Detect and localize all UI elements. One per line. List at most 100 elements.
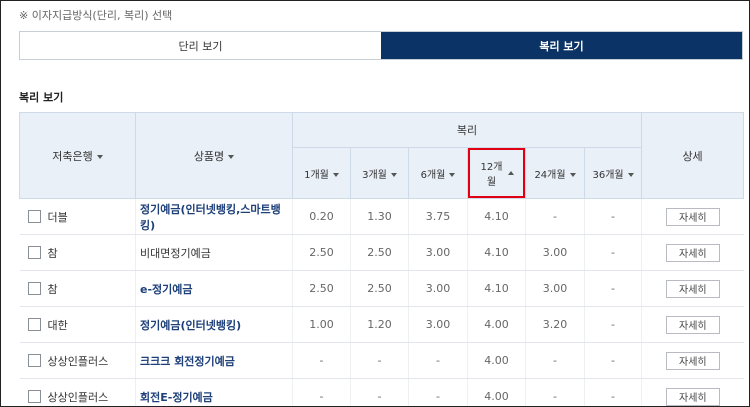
rate-cell: - — [350, 342, 409, 379]
section-title: 복리 보기 — [19, 91, 64, 104]
rate-cell: - — [583, 306, 642, 343]
term-header-6m[interactable]: 6개월 — [408, 147, 468, 199]
row-checkbox[interactable] — [27, 282, 41, 295]
detail-button[interactable]: 자세히 — [665, 243, 720, 262]
detail-button[interactable]: 자세히 — [665, 279, 720, 298]
rate-cell: 3.20 — [525, 306, 585, 343]
caret-down-icon — [569, 172, 576, 177]
rate-cell: 1.20 — [350, 306, 409, 343]
table-row: 참 e-정기예금 2.50 2.50 3.00 4.10 3.00 - 자세히 — [19, 270, 744, 307]
active-sort-highlight[interactable]: 12개월 — [468, 148, 525, 198]
table-row: 상상인플러스 크크크 회전정기예금 - - - 4.00 - - 자세히 — [19, 342, 744, 379]
product-link[interactable]: 정기예금(인터넷뱅킹) — [140, 319, 241, 332]
term-label: 6개월 — [420, 169, 446, 181]
compound-group-header: 복리 — [291, 112, 643, 148]
row-checkbox[interactable] — [27, 390, 41, 403]
rate-cell: - — [583, 198, 642, 235]
row-checkbox[interactable] — [27, 354, 41, 367]
rate-cell: 3.00 — [408, 306, 468, 343]
rate-cell: - — [350, 378, 409, 406]
rate-cell: 3.00 — [408, 234, 468, 271]
detail-column-header: 상세 — [641, 112, 745, 199]
product-link[interactable]: 회전E-정기예금 — [140, 391, 213, 404]
detail-button[interactable]: 자세히 — [665, 387, 720, 406]
term-label: 12개월 — [480, 162, 503, 188]
interest-view-toggle: 단리 보기 복리 보기 — [19, 31, 743, 60]
bank-cell: 참 — [19, 270, 136, 307]
table-row: 더블 정기예금(인터넷뱅킹,스마트뱅킹) 0.20 1.30 3.75 4.10… — [19, 198, 744, 235]
bank-name: 참 — [47, 282, 58, 296]
rate-cell: - — [408, 378, 468, 406]
rate-cell: 3.00 — [525, 234, 585, 271]
rates-table: 저축은행 상품명 복리 상세 1개월 3개월 6개월 12개월 24개월 36개… — [19, 112, 745, 406]
detail-cell: 자세히 — [641, 234, 744, 271]
term-label: 1개월 — [304, 169, 329, 181]
detail-cell: 자세히 — [641, 306, 744, 343]
rate-cell: 3.00 — [525, 270, 585, 307]
term-header-3m[interactable]: 3개월 — [350, 147, 409, 199]
table-row: 참 비대면정기예금 2.50 2.50 3.00 4.10 3.00 - 자세히 — [19, 234, 744, 271]
term-header-36m[interactable]: 36개월 — [583, 147, 643, 199]
simple-interest-button[interactable]: 단리 보기 — [20, 32, 381, 59]
interest-method-notice: ※ 이자지급방식(단리, 복리) 선택 — [19, 9, 173, 22]
rate-cell: - — [583, 234, 642, 271]
rate-cell: 0.20 — [292, 198, 351, 235]
term-header-24m[interactable]: 24개월 — [525, 147, 585, 199]
bank-name: 참 — [47, 246, 58, 260]
bank-column-header[interactable]: 저축은행 — [19, 112, 136, 199]
bank-cell: 대한 — [19, 306, 136, 343]
detail-button[interactable]: 자세히 — [665, 351, 720, 370]
rate-cell: 3.75 — [408, 198, 468, 235]
rate-cell: - — [525, 378, 585, 406]
rate-cell: - — [292, 378, 351, 406]
term-label: 24개월 — [534, 169, 566, 181]
product-link[interactable]: 크크크 회전정기예금 — [140, 355, 235, 368]
product-link[interactable]: e-정기예금 — [140, 283, 193, 296]
rates-frame: ※ 이자지급방식(단리, 복리) 선택 단리 보기 복리 보기 복리 보기 저축… — [0, 0, 750, 407]
caret-down-icon — [332, 172, 339, 177]
detail-cell: 자세히 — [641, 342, 744, 379]
caret-down-icon — [449, 172, 456, 177]
term-label: 36개월 — [592, 169, 624, 181]
bank-name: 상상인플러스 — [47, 390, 109, 404]
compound-interest-button[interactable]: 복리 보기 — [381, 32, 742, 59]
detail-cell: 자세히 — [641, 378, 744, 406]
caret-down-icon — [627, 172, 634, 177]
bank-name: 상상인플러스 — [47, 354, 109, 368]
caret-down-icon — [96, 154, 103, 159]
table-row: 상상인플러스 회전E-정기예금 - - - 4.00 - - 자세히 — [19, 378, 744, 406]
term-label: 3개월 — [362, 169, 387, 181]
detail-button[interactable]: 자세히 — [665, 207, 720, 226]
bank-name: 대한 — [47, 318, 68, 332]
rate-cell: 2.50 — [350, 234, 409, 271]
rate-cell: 4.00 — [467, 306, 526, 343]
detail-cell: 자세히 — [641, 198, 744, 235]
bank-header-label: 저축은행 — [52, 149, 93, 163]
row-checkbox[interactable] — [27, 246, 41, 259]
product-cell: e-정기예금 — [135, 270, 293, 307]
rate-cell: 4.10 — [467, 198, 526, 235]
product-cell: 정기예금(인터넷뱅킹) — [135, 306, 293, 343]
term-header-1m[interactable]: 1개월 — [292, 147, 351, 199]
product-cell: 정기예금(인터넷뱅킹,스마트뱅킹) — [135, 198, 293, 235]
table-row: 대한 정기예금(인터넷뱅킹) 1.00 1.20 3.00 4.00 3.20 … — [19, 306, 744, 343]
row-checkbox[interactable] — [27, 210, 41, 223]
rate-cell: 1.30 — [350, 198, 409, 235]
rate-cell: 2.50 — [292, 234, 351, 271]
rate-cell: - — [292, 342, 351, 379]
product-link[interactable]: 정기예금(인터넷뱅킹,스마트뱅킹) — [140, 203, 281, 232]
product-cell: 비대면정기예금 — [135, 234, 293, 271]
rate-cell: 2.50 — [350, 270, 409, 307]
rate-cell: 4.10 — [467, 234, 526, 271]
rate-cell: - — [525, 342, 585, 379]
rate-cell: 4.10 — [467, 270, 526, 307]
rate-cell: 4.00 — [467, 342, 526, 379]
term-header-12m[interactable]: 12개월 — [467, 147, 526, 199]
detail-cell: 자세히 — [641, 270, 744, 307]
rate-cell: - — [408, 342, 468, 379]
detail-button[interactable]: 자세히 — [665, 315, 720, 334]
row-checkbox[interactable] — [27, 318, 41, 331]
rate-cell: 1.00 — [292, 306, 351, 343]
product-column-header[interactable]: 상품명 — [135, 112, 293, 199]
product-name: 비대면정기예금 — [140, 246, 211, 260]
